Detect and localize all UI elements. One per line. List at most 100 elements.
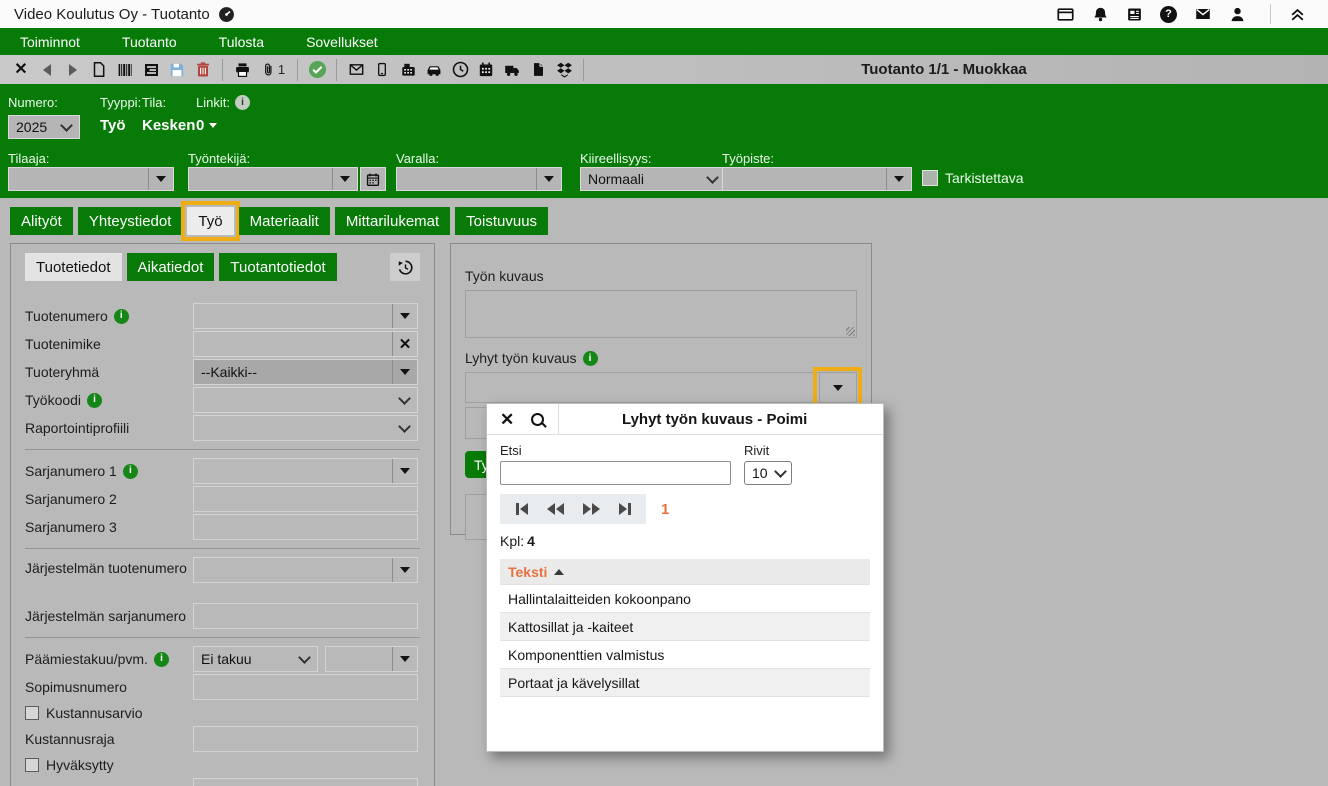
jarjestelman-tuotenumero-combobox[interactable] [193,557,418,583]
sarjanumero2-input[interactable] [193,486,418,512]
info-icon[interactable]: i [154,652,169,667]
notifications-bell-icon[interactable] [1092,6,1109,23]
help-icon[interactable]: ? [1160,6,1177,23]
paamiestakuu-select[interactable]: Ei takuu [193,646,318,672]
window-icon[interactable] [1056,6,1075,23]
menu-tuotanto[interactable]: Tuotanto [122,34,177,50]
tyontekija-dropdown-button[interactable] [332,168,357,190]
hyvaksyja-input[interactable] [193,778,418,786]
save-icon[interactable] [167,59,187,81]
tarkistettava-checkbox[interactable] [922,170,938,186]
attachment-icon[interactable]: 1 [258,59,288,81]
tyontekija-calendar-button[interactable] [360,167,386,191]
raportointiprofiili-select[interactable] [193,415,418,441]
history-button[interactable] [390,253,420,281]
tuotenumero-dropdown-button[interactable] [392,304,417,328]
mobile-icon[interactable] [372,59,392,81]
tab-tuotetiedot[interactable]: Tuotetiedot [25,253,122,281]
dropbox-icon[interactable] [554,59,574,81]
close-icon[interactable]: ✕ [500,411,514,428]
task-list-icon[interactable] [141,59,161,81]
tab-tyo[interactable]: Työ [187,207,233,235]
column-header-teksti[interactable]: Teksti [500,559,870,584]
paamiestakuu-date-dropdown-button[interactable] [392,647,417,671]
search-icon[interactable] [531,413,544,426]
table-row[interactable]: Hallintalaitteiden kokoonpano [500,584,870,612]
sopimusnumero-input[interactable] [193,674,418,700]
info-icon[interactable]: i [583,351,598,366]
table-row[interactable]: Portaat ja kävelysillat [500,668,870,697]
jarjestelman-tuotenumero-dropdown-button[interactable] [392,558,417,582]
info-icon[interactable]: i [123,464,138,479]
varalla-combobox[interactable] [396,167,562,191]
delete-icon[interactable] [193,59,213,81]
varalla-dropdown-button[interactable] [536,168,561,190]
tyopiste-combobox[interactable] [722,167,912,191]
tilaaja-combobox[interactable] [8,167,174,191]
tilaaja-dropdown-button[interactable] [148,168,173,190]
email-icon[interactable] [346,59,366,81]
sarjanumero1-combobox[interactable] [193,458,418,484]
user-icon[interactable] [1229,6,1246,23]
next-page-button[interactable] [583,503,600,515]
kustannusarvio-checkbox[interactable] [25,706,39,720]
close-icon[interactable]: ✕ [11,59,31,81]
previous-record-icon[interactable] [37,59,57,81]
lyhyt-tyon-kuvaus-input[interactable] [465,372,857,403]
tyokoodi-select[interactable] [193,387,418,413]
paamiestakuu-date-combobox[interactable] [325,646,418,672]
tab-toistuvuus[interactable]: Toistuvuus [455,207,548,235]
etsi-input[interactable] [500,461,731,485]
barcode-icon[interactable] [115,59,135,81]
fax-icon[interactable] [398,59,418,81]
rivit-select[interactable]: 10 [744,461,792,485]
hyvaksytty-checkbox[interactable] [25,758,39,772]
tab-mittarilukemat[interactable]: Mittarilukemat [335,207,450,235]
menu-toiminnot[interactable]: Toiminnot [20,34,80,50]
kustannusraja-input[interactable] [193,726,418,752]
table-row[interactable]: Kattosillat ja -kaiteet [500,612,870,640]
collapse-header-icon[interactable] [1289,6,1306,23]
car-icon[interactable] [424,59,444,81]
previous-page-button[interactable] [547,503,564,515]
calendar-icon[interactable] [476,59,496,81]
tuotenumero-combobox[interactable] [193,303,418,329]
clear-icon[interactable]: ✕ [392,332,417,356]
menu-sovellukset[interactable]: Sovellukset [306,34,378,50]
news-icon[interactable] [1126,6,1143,23]
first-page-button[interactable] [516,503,528,515]
tuotenimike-input[interactable]: ✕ [193,331,418,357]
lyhyt-tyon-kuvaus-dropdown-button[interactable] [819,373,856,402]
mail-icon[interactable] [1194,6,1212,22]
numero-select[interactable]: 2025 [8,115,80,139]
tab-yhteystiedot[interactable]: Yhteystiedot [78,207,183,235]
tyontekija-combobox[interactable] [188,167,358,191]
current-page[interactable]: 1 [661,501,669,518]
truck-icon[interactable] [502,59,522,81]
clock-icon[interactable] [450,59,470,81]
jarjestelman-sarjanumero-input[interactable] [193,603,418,629]
print-icon[interactable] [232,59,252,81]
tab-aikatiedot[interactable]: Aikatiedot [127,253,215,281]
linkit-info-icon[interactable]: i [235,95,250,110]
info-icon[interactable]: i [87,393,102,408]
tuoteryhma-select[interactable]: --Kaikki-- [193,359,418,385]
next-record-icon[interactable] [63,59,83,81]
linkit-dropdown[interactable]: 0 [196,117,217,134]
tyon-kuvaus-textarea[interactable] [465,290,857,338]
tab-alityot[interactable]: Alityöt [10,207,73,235]
tab-materiaalit[interactable]: Materiaalit [239,207,330,235]
sarjanumero1-dropdown-button[interactable] [392,459,417,483]
kiireellisyys-select[interactable]: Normaali [580,167,726,191]
new-document-icon[interactable] [89,59,109,81]
tab-tuotantotiedot[interactable]: Tuotantotiedot [219,253,336,281]
info-icon[interactable]: i [114,309,129,324]
menu-tulosta[interactable]: Tulosta [219,34,264,50]
last-page-button[interactable] [619,503,631,515]
table-row[interactable]: Komponenttien valmistus [500,640,870,668]
file-icon[interactable] [528,59,548,81]
approve-check-icon[interactable] [307,59,327,81]
tuoteryhma-dropdown-button[interactable] [392,360,417,384]
sarjanumero3-input[interactable] [193,514,418,540]
tyopiste-dropdown-button[interactable] [886,168,911,190]
